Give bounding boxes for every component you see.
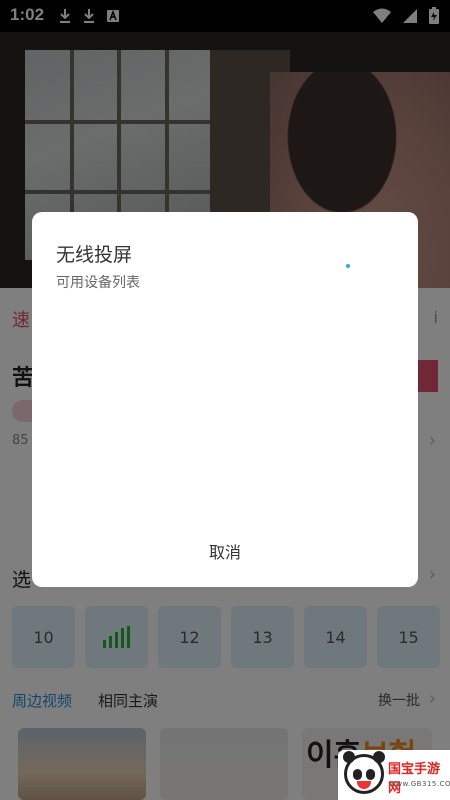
device-list-label: 可用设备列表 <box>56 275 140 291</box>
watermark-url: www.GB315.COM <box>390 780 450 788</box>
loading-spinner-icon <box>346 264 350 268</box>
screen-cast-dialog: 无线投屏 可用设备列表 取消 <box>32 212 418 587</box>
watermark-title: 国宝手游网 <box>388 762 441 796</box>
panda-logo-icon <box>343 751 385 794</box>
cancel-button[interactable]: 取消 <box>32 539 418 563</box>
site-watermark: 国宝手游网 www.GB315.COM <box>338 750 450 800</box>
dialog-title: 无线投屏 <box>56 244 133 266</box>
